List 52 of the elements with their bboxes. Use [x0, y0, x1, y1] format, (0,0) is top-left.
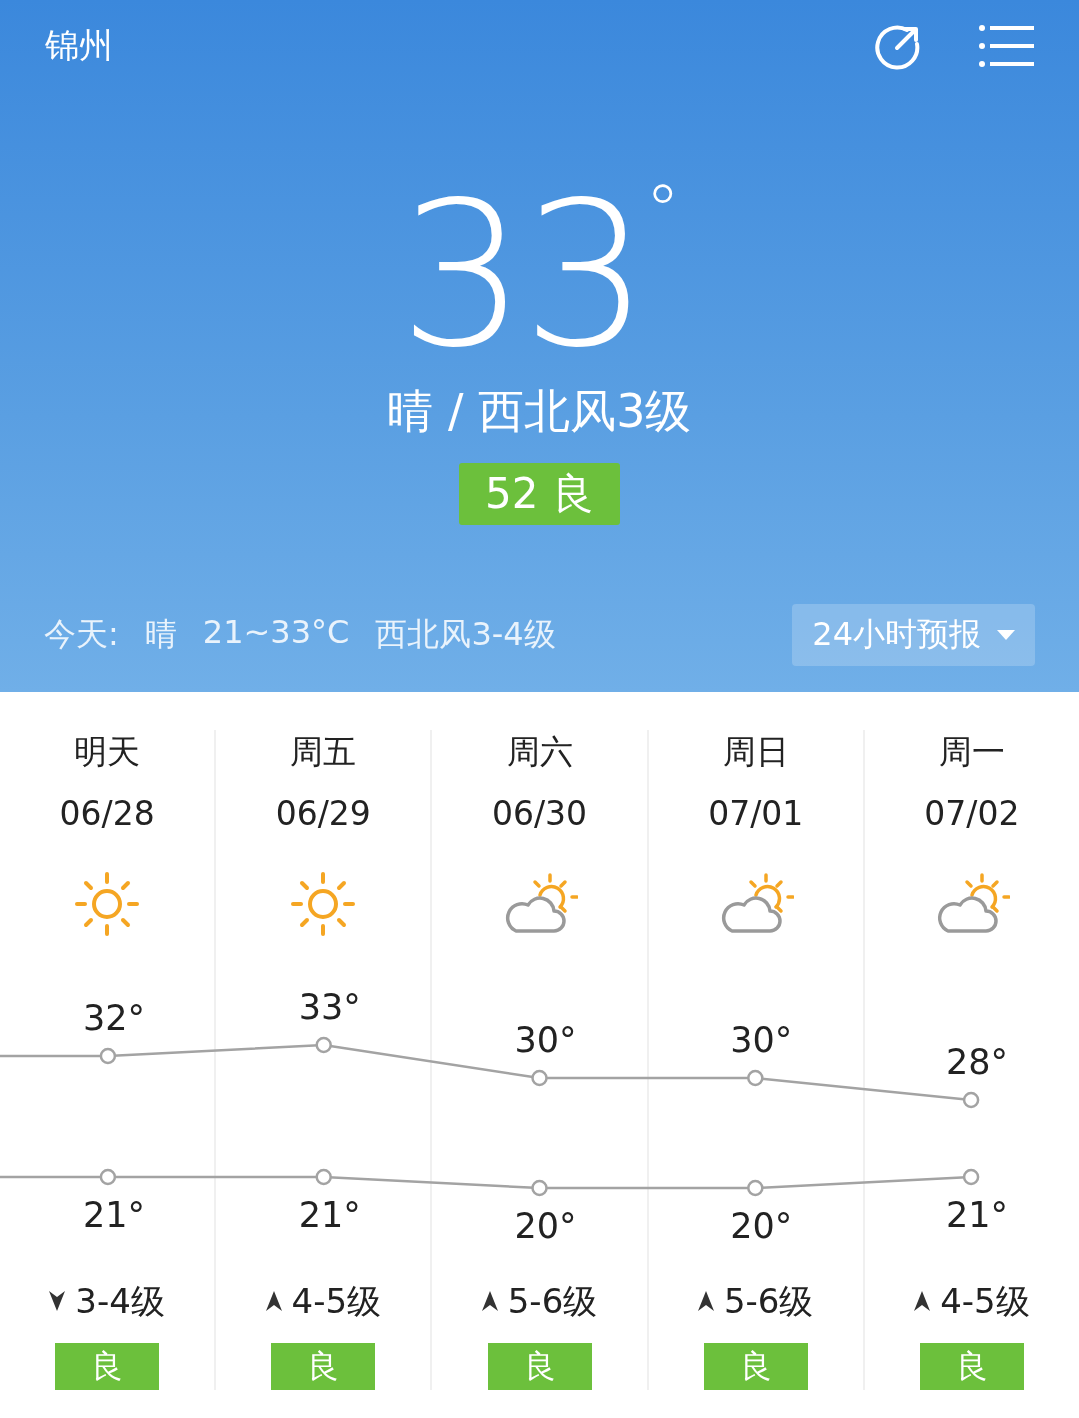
today-temperature-range: 21~33°C [202, 613, 350, 653]
data-point [962, 1168, 980, 1186]
temperature-label: 33° [298, 987, 361, 1027]
current-temperature: 33 [398, 175, 646, 375]
weather-condition: 晴 / 西北风3级 [387, 383, 692, 439]
temperature-label: 20° [730, 1206, 793, 1246]
temperature-label: 30° [514, 1020, 577, 1060]
air-quality-badge: 良 [703, 1343, 808, 1390]
data-point [962, 1091, 980, 1109]
day-date: 06/30 [491, 793, 588, 835]
air-quality-badge: 良 [271, 1343, 376, 1390]
temperature-label: 30° [730, 1020, 793, 1060]
day-date: 06/29 [275, 793, 371, 835]
day-name: 周日 [722, 731, 789, 773]
temperature-label: 28° [946, 1042, 1009, 1082]
menu-icon[interactable] [978, 24, 1034, 68]
data-point [747, 1069, 764, 1087]
data-point [531, 1069, 548, 1087]
wind-level: 4-5级 [291, 1280, 382, 1323]
day-name: 周五 [290, 731, 357, 773]
today-label: 今天: [44, 614, 119, 655]
data-point [99, 1168, 117, 1186]
temperature-label: 21° [946, 1195, 1009, 1235]
degree-sign: ° [645, 175, 681, 245]
day-name: 周一 [938, 731, 1005, 773]
temperature-label: 21° [298, 1195, 361, 1235]
wind-level: 4-5级 [940, 1280, 1030, 1323]
temperature-label: 32° [82, 998, 145, 1038]
day-name: 周六 [506, 731, 573, 773]
day-name: 明天 [74, 731, 141, 773]
wind-level: 5-6级 [507, 1280, 598, 1323]
data-point [531, 1179, 548, 1197]
city-name[interactable]: 锦州 [45, 23, 113, 69]
air-quality-badge: 良 [919, 1343, 1024, 1390]
temperature-label: 21° [82, 1195, 145, 1235]
caret-icon [997, 630, 1015, 640]
data-point [315, 1036, 332, 1054]
air-quality-badge[interactable]: 52 良 [459, 463, 620, 525]
air-quality-badge: 良 [55, 1343, 160, 1390]
today-wind: 西北风3-4级 [375, 614, 556, 655]
wind-level: 5-6级 [723, 1280, 814, 1323]
data-point [315, 1168, 332, 1186]
day-date: 07/02 [924, 793, 1020, 835]
hourly-forecast-button[interactable]: 24小时预报 [792, 604, 1035, 666]
data-point [747, 1179, 764, 1197]
air-quality-badge: 良 [487, 1343, 592, 1390]
day-date: 06/28 [59, 793, 155, 835]
temperature-label: 20° [514, 1206, 577, 1246]
day-date: 07/01 [708, 793, 804, 835]
wind-level: 3-4级 [75, 1280, 165, 1323]
today-weather: 晴 [144, 614, 177, 655]
data-point [99, 1047, 117, 1065]
